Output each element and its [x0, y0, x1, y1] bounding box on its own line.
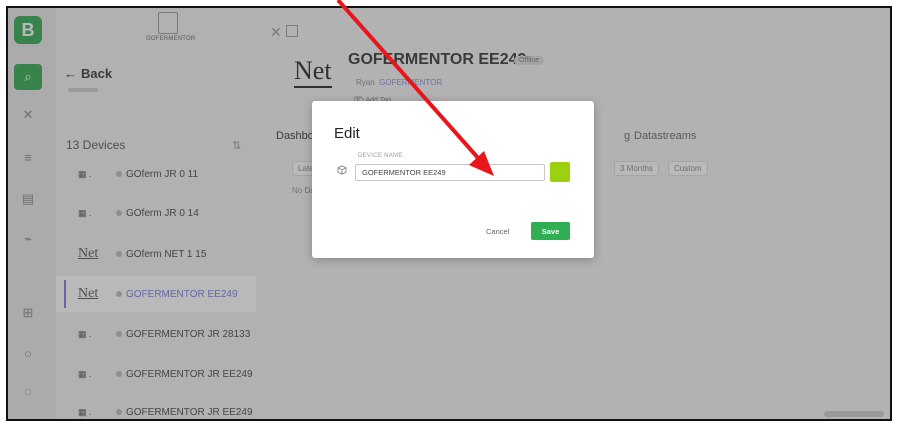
edit-device-dialog: Edit DEVICE NAME Cancel Save — [312, 101, 594, 258]
cancel-button[interactable]: Cancel — [486, 227, 509, 236]
device-name-label: DEVICE NAME — [358, 153, 403, 159]
save-button[interactable]: Save — [531, 222, 570, 240]
color-picker[interactable] — [550, 162, 570, 182]
device-name-input[interactable] — [355, 164, 545, 181]
cube-icon — [337, 165, 347, 175]
dialog-title: Edit — [334, 125, 360, 142]
